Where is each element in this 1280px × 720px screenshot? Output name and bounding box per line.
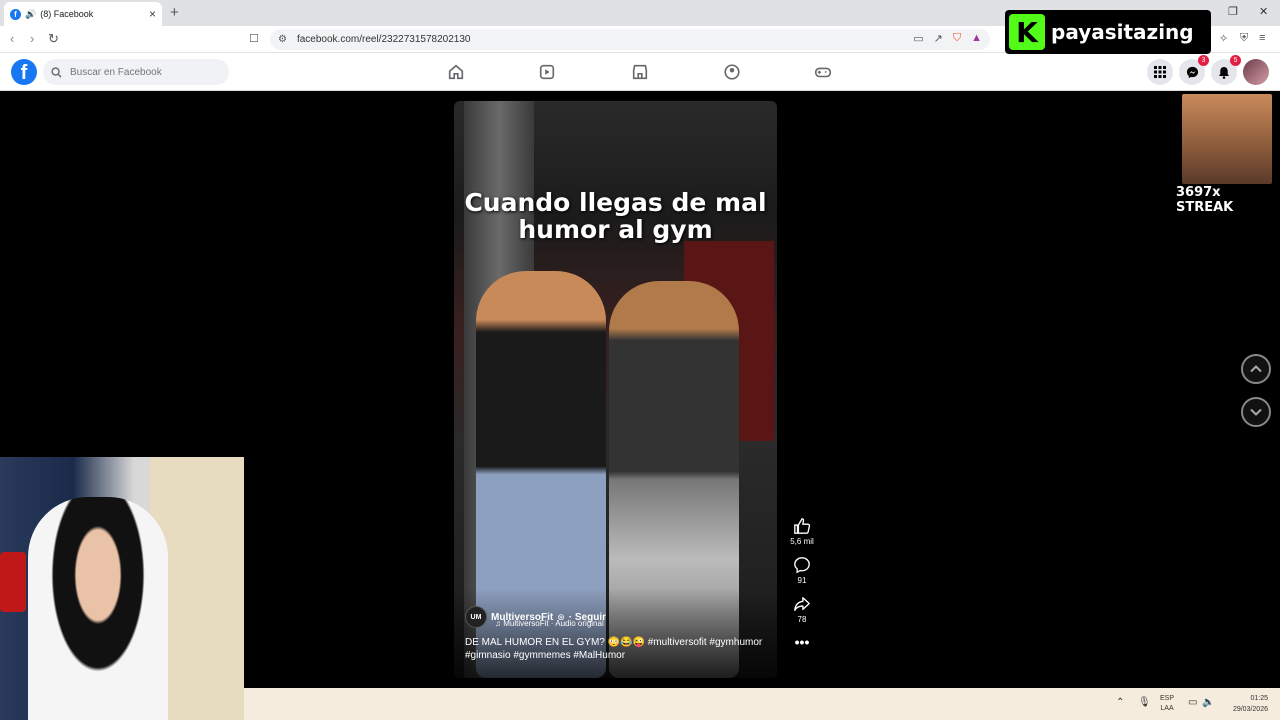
lang-bottom: LAA [1160,705,1174,712]
reel-video[interactable]: Cuando llegas de mal humor al gym UM Mul… [454,101,777,678]
vpn-icon[interactable]: ⛨ [1240,32,1248,45]
grid-icon [1154,66,1166,78]
clock-time: 01:25 [1250,695,1268,702]
reload-icon[interactable]: ↻ [48,31,59,47]
kick-overlay: K payasitazing [1005,10,1211,54]
webcam-red-cup [0,552,26,612]
browser-tab-facebook[interactable]: f 🔊 (8) Facebook × [4,2,162,26]
previous-reel-button[interactable] [1241,354,1271,384]
brave-shield-icon[interactable]: ⛉ [953,32,961,45]
facebook-favicon-icon: f [10,8,21,20]
clock-date: 29/03/2026 [1232,706,1268,713]
back-icon[interactable]: ‹ [10,31,14,46]
streamer-webcam [0,457,244,720]
url-text: facebook.com/reel/2322731578202130 [296,34,471,45]
comment-button[interactable]: 91 [786,556,818,585]
notifications-button[interactable]: 5 [1211,55,1241,85]
menu-grid-button[interactable] [1147,59,1173,85]
comment-count: 91 [797,576,807,585]
kick-logo-icon: K [1009,14,1045,50]
tray-chevron-icon[interactable]: ⌃ [1116,697,1124,708]
clock[interactable]: 01:25 29/03/2026 [1224,693,1268,715]
notifications-badge: 5 [1230,55,1241,66]
reel-info: UM MultiversoFit ⊛ · Seguir ♫ Multiverso… [465,606,775,662]
kick-channel-name: payasitazing [1051,20,1194,44]
reels-icon[interactable] [537,62,557,82]
music-note-icon: ♫ [495,619,504,628]
groups-icon[interactable] [722,62,742,82]
gaming-icon[interactable] [813,62,833,82]
speaker-icon[interactable]: 🔊 [25,9,36,20]
like-button[interactable]: 5,6 mil [786,517,818,546]
tab-title: (8) Facebook [40,9,94,19]
home-icon[interactable] [446,62,466,82]
messenger-icon [1186,66,1198,78]
share-reel-button[interactable]: 78 [786,595,818,624]
language-indicator[interactable]: ESP LAA [1160,694,1174,714]
share-icon[interactable]: ↗ [934,32,943,45]
cast-icon[interactable]: ▭ [913,32,923,45]
extension-icon[interactable]: ✧ [1219,32,1228,45]
author-avatar[interactable]: UM [465,606,487,628]
menu-icon[interactable]: ≡ [1259,32,1265,44]
facebook-logo-icon[interactable]: f [11,59,37,85]
new-tab-button[interactable]: + [170,4,179,21]
microphone-icon[interactable]: 🎙 [1138,697,1151,708]
bookmark-icon[interactable]: ☐ [249,32,259,45]
messenger-badge: 3 [1198,55,1209,66]
lang-top: ESP [1160,695,1175,702]
brave-rewards-icon[interactable]: ▲ [971,32,982,45]
video-caption: Cuando llegas de mal humor al gym [464,188,767,244]
close-window-icon[interactable]: ✕ [1259,5,1268,18]
reel-description: DE MAL HUMOR EN EL GYM? 😳😂😜 #multiversof… [465,637,763,661]
reel-actions: 5,6 mil 91 78 ••• [786,517,818,660]
share-count: 78 [797,615,807,624]
chevron-up-icon [1250,365,1262,373]
next-reel-button[interactable] [1241,397,1271,427]
url-bar[interactable]: ⚙ facebook.com/reel/2322731578202130 ▭ ↗… [270,29,990,50]
restore-icon[interactable]: ❐ [1228,5,1238,18]
more-options-button[interactable]: ••• [786,634,818,650]
chevron-down-icon [1250,408,1262,416]
more-dots-icon: ••• [794,634,810,650]
search-box[interactable] [43,59,229,85]
webcam-streamer [28,497,168,720]
windows-taskbar: ⌃ 🎙 ESP LAA ▭ 🔈 01:25 29/03/2026 [244,688,1280,720]
streak-meme-image [1182,94,1272,184]
bell-icon [1219,66,1229,79]
messenger-button[interactable]: 3 [1179,55,1209,85]
volume-icon[interactable]: 🔈 [1202,697,1214,708]
comment-icon [794,557,810,574]
like-icon [794,518,811,534]
facebook-header: f 3 5 [0,53,1280,91]
close-tab-icon[interactable]: × [149,7,156,21]
marketplace-icon[interactable] [630,62,650,82]
search-icon [51,66,62,78]
network-icon[interactable]: ▭ [1188,697,1197,708]
forward-icon[interactable]: › [30,31,34,46]
audio-label[interactable]: MultiversoFit · Audio original [503,619,603,628]
search-input[interactable] [68,65,218,79]
share-arrow-icon [794,597,810,611]
like-count: 5,6 mil [790,537,814,546]
site-settings-icon[interactable]: ⚙ [278,34,287,45]
profile-avatar[interactable] [1243,59,1269,85]
streak-counter: 3697x STREAK [1176,185,1234,215]
